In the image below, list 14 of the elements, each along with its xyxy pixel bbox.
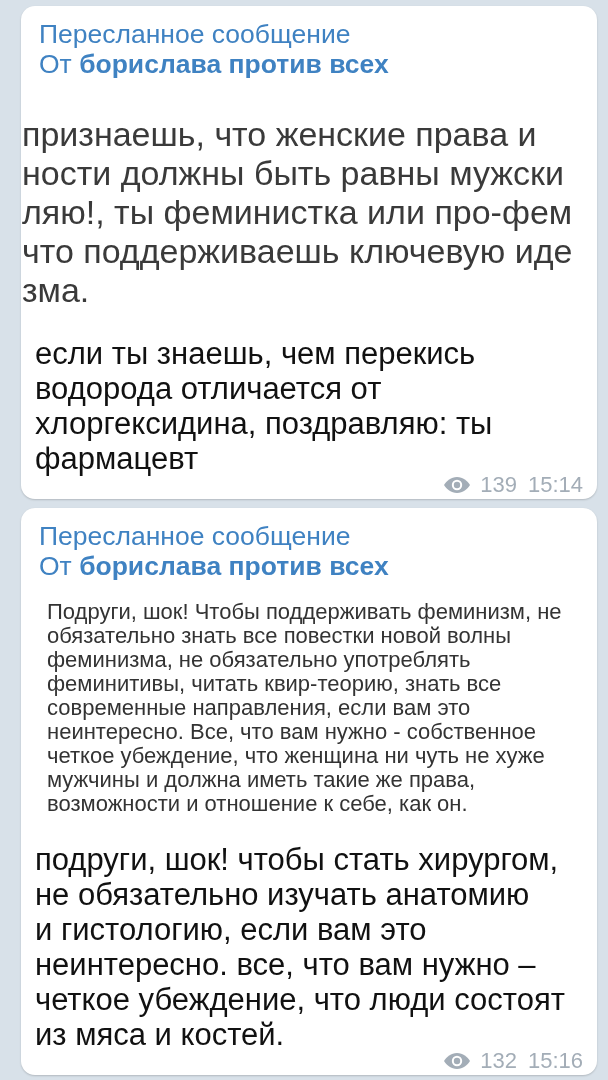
view-count: 132 xyxy=(480,1053,517,1069)
screenshot-text: Подруги, шок! Чтобы поддерживать феминизм, не обязательно знать все повестки новой волны феминизма, не обязательно употреблять феминитивы, читать квир-теорию, знать все современные направления, если вам это неинтересно. Все, что вам нужно - собственное четкое убеждение, что женщина ни чуть не хуже мужчины и должна иметь такие же права, возможности и отношение к себе, как он. xyxy=(47,600,562,816)
forwarded-label: Пересланное сообщение xyxy=(39,19,351,49)
screenshot-text: признаешь, что женские права и ности должны быть равны мужски ляю!, ты феминистка или про-фем что поддерживаешь ключевую иде зма. xyxy=(22,115,573,310)
eye-icon xyxy=(444,1053,471,1069)
forwarded-from[interactable]: От борислава против всех xyxy=(39,551,389,581)
eye-icon xyxy=(444,477,471,493)
message-text: если ты знаешь, чем перекись водорода отличается от хлоргексидина, поздравляю: ты фармацевт xyxy=(35,336,493,476)
message-time: 15:16 xyxy=(527,1053,583,1069)
message-time: 15:14 xyxy=(527,477,583,493)
view-count: 139 xyxy=(480,477,517,493)
message-text: подруги, шок! чтобы стать хирургом, не обязательно изучать анатомию и гистологию, если вам это неинтересно. все, что вам нужно – четкое убеждение, что люди состоят из мяса и костей. xyxy=(35,842,565,1052)
forwarded-label: Пересланное сообщение xyxy=(39,521,351,551)
forwarded-from[interactable]: От борислава против всех xyxy=(39,49,389,79)
